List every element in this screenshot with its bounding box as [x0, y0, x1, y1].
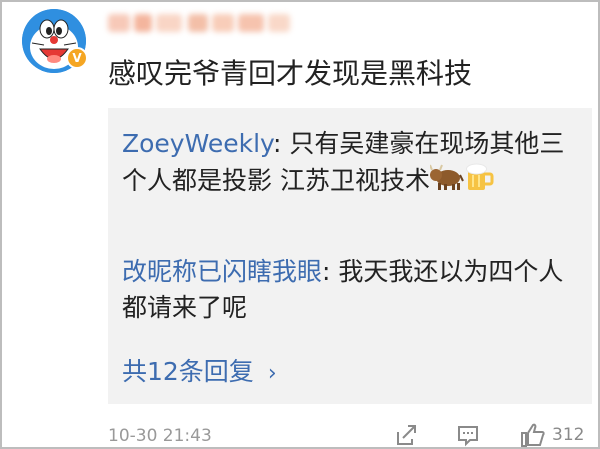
reply-item[interactable]: 改昵称已闪瞎我眼: 我天我还以为四个人都请来了呢 [122, 254, 580, 326]
comment-button[interactable] [456, 422, 480, 448]
reply-item[interactable]: ZoeyWeekly: 只有吴建豪在现场其他三个人都是投影 江苏卫视技术 [122, 126, 580, 202]
ox-emoji-icon [429, 163, 464, 201]
like-icon [521, 423, 545, 447]
reply-separator: : [273, 129, 290, 158]
reply-username[interactable]: 改昵称已闪瞎我眼 [122, 257, 322, 286]
comment-icon [458, 426, 478, 447]
reply-username[interactable]: ZoeyWeekly [122, 129, 273, 158]
like-button[interactable]: 312 [520, 422, 584, 448]
share-button[interactable] [394, 422, 418, 448]
blurred-username[interactable] [108, 10, 292, 36]
comment-text: 感叹完爷青回才发现是黑科技 [108, 57, 473, 90]
reply-separator: : [322, 257, 339, 286]
share-icon [397, 425, 416, 445]
beer-emoji-icon [464, 162, 494, 202]
view-all-replies-label: 共12条回复 [122, 357, 254, 386]
chevron-right-icon: › [267, 361, 277, 386]
comment-timestamp: 10-30 21:43 [108, 426, 212, 446]
view-all-replies-link[interactable]: 共12条回复 › [122, 354, 277, 392]
reply-box[interactable]: ZoeyWeekly: 只有吴建豪在现场其他三个人都是投影 江苏卫视技术 改昵称… [108, 108, 592, 404]
like-count: 312 [552, 425, 585, 445]
verified-badge-icon: V [66, 47, 88, 69]
